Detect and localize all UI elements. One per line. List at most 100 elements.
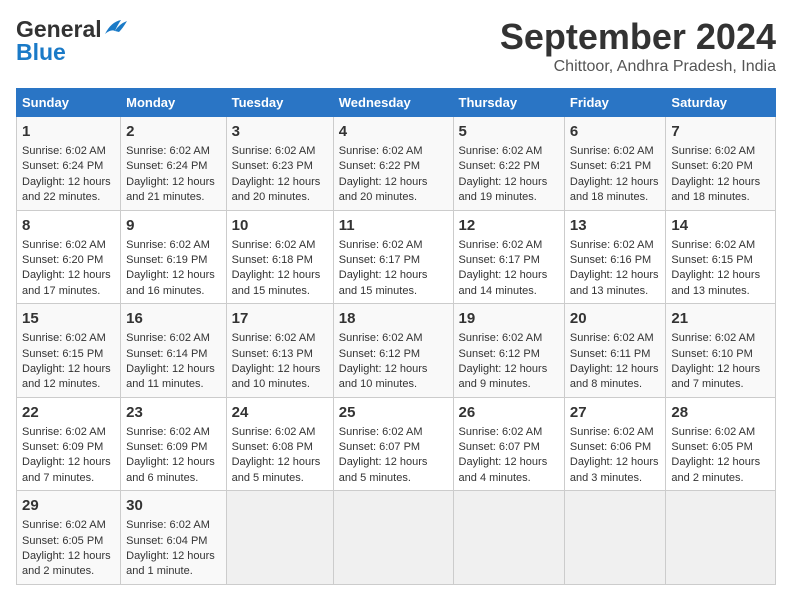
sunrise-label: Sunrise: 6:02 AM <box>671 145 755 157</box>
day-number: 23 <box>126 402 220 423</box>
daylight-label: Daylight: 12 hours and 20 minutes. <box>339 176 428 203</box>
daylight-label: Daylight: 12 hours and 10 minutes. <box>232 363 321 390</box>
daylight-label: Daylight: 12 hours and 19 minutes. <box>459 176 548 203</box>
calendar-cell: 28 Sunrise: 6:02 AM Sunset: 6:05 PM Dayl… <box>666 397 776 491</box>
sunrise-label: Sunrise: 6:02 AM <box>339 145 423 157</box>
day-number: 2 <box>126 121 220 142</box>
day-number: 26 <box>459 402 559 423</box>
sunset-label: Sunset: 6:16 PM <box>570 254 651 266</box>
day-number: 30 <box>126 495 220 516</box>
daylight-label: Daylight: 12 hours and 6 minutes. <box>126 456 215 483</box>
day-number: 7 <box>671 121 770 142</box>
calendar-cell: 30 Sunrise: 6:02 AM Sunset: 6:04 PM Dayl… <box>121 491 226 585</box>
sunset-label: Sunset: 6:09 PM <box>126 441 207 453</box>
sunrise-label: Sunrise: 6:02 AM <box>232 426 316 438</box>
sunset-label: Sunset: 6:06 PM <box>570 441 651 453</box>
calendar-row: 15 Sunrise: 6:02 AM Sunset: 6:15 PM Dayl… <box>17 304 776 398</box>
daylight-label: Daylight: 12 hours and 15 minutes. <box>232 269 321 296</box>
col-tuesday: Tuesday <box>226 89 333 117</box>
calendar-cell: 26 Sunrise: 6:02 AM Sunset: 6:07 PM Dayl… <box>453 397 564 491</box>
sunrise-label: Sunrise: 6:02 AM <box>671 332 755 344</box>
sunrise-label: Sunrise: 6:02 AM <box>459 426 543 438</box>
calendar-row: 22 Sunrise: 6:02 AM Sunset: 6:09 PM Dayl… <box>17 397 776 491</box>
daylight-label: Daylight: 12 hours and 17 minutes. <box>22 269 111 296</box>
sunrise-label: Sunrise: 6:02 AM <box>570 426 654 438</box>
daylight-label: Daylight: 12 hours and 7 minutes. <box>671 363 760 390</box>
day-number: 16 <box>126 308 220 329</box>
sunset-label: Sunset: 6:17 PM <box>339 254 420 266</box>
sunrise-label: Sunrise: 6:02 AM <box>22 426 106 438</box>
daylight-label: Daylight: 12 hours and 10 minutes. <box>339 363 428 390</box>
title-block: September 2024 Chittoor, Andhra Pradesh,… <box>500 16 776 76</box>
calendar-cell: 5 Sunrise: 6:02 AM Sunset: 6:22 PM Dayli… <box>453 117 564 211</box>
page-subtitle: Chittoor, Andhra Pradesh, India <box>500 58 776 76</box>
col-monday: Monday <box>121 89 226 117</box>
calendar-cell: 24 Sunrise: 6:02 AM Sunset: 6:08 PM Dayl… <box>226 397 333 491</box>
calendar-cell: 8 Sunrise: 6:02 AM Sunset: 6:20 PM Dayli… <box>17 210 121 304</box>
daylight-label: Daylight: 12 hours and 15 minutes. <box>339 269 428 296</box>
daylight-label: Daylight: 12 hours and 1 minute. <box>126 550 215 577</box>
day-number: 17 <box>232 308 328 329</box>
empty-cell <box>333 491 453 585</box>
day-number: 29 <box>22 495 115 516</box>
daylight-label: Daylight: 12 hours and 20 minutes. <box>232 176 321 203</box>
sunrise-label: Sunrise: 6:02 AM <box>339 239 423 251</box>
sunrise-label: Sunrise: 6:02 AM <box>126 426 210 438</box>
day-number: 20 <box>570 308 661 329</box>
sunrise-label: Sunrise: 6:02 AM <box>232 332 316 344</box>
daylight-label: Daylight: 12 hours and 5 minutes. <box>339 456 428 483</box>
empty-cell <box>666 491 776 585</box>
sunset-label: Sunset: 6:23 PM <box>232 160 313 172</box>
calendar-cell: 4 Sunrise: 6:02 AM Sunset: 6:22 PM Dayli… <box>333 117 453 211</box>
calendar-table: Sunday Monday Tuesday Wednesday Thursday… <box>16 88 776 585</box>
empty-cell <box>226 491 333 585</box>
daylight-label: Daylight: 12 hours and 9 minutes. <box>459 363 548 390</box>
daylight-label: Daylight: 12 hours and 22 minutes. <box>22 176 111 203</box>
calendar-cell: 25 Sunrise: 6:02 AM Sunset: 6:07 PM Dayl… <box>333 397 453 491</box>
day-number: 28 <box>671 402 770 423</box>
sunset-label: Sunset: 6:19 PM <box>126 254 207 266</box>
day-number: 24 <box>232 402 328 423</box>
day-number: 8 <box>22 215 115 236</box>
sunset-label: Sunset: 6:04 PM <box>126 535 207 547</box>
calendar-cell: 16 Sunrise: 6:02 AM Sunset: 6:14 PM Dayl… <box>121 304 226 398</box>
sunset-label: Sunset: 6:14 PM <box>126 348 207 360</box>
day-number: 18 <box>339 308 448 329</box>
calendar-body: 1 Sunrise: 6:02 AM Sunset: 6:24 PM Dayli… <box>17 117 776 585</box>
calendar-cell: 21 Sunrise: 6:02 AM Sunset: 6:10 PM Dayl… <box>666 304 776 398</box>
daylight-label: Daylight: 12 hours and 4 minutes. <box>459 456 548 483</box>
calendar-cell: 7 Sunrise: 6:02 AM Sunset: 6:20 PM Dayli… <box>666 117 776 211</box>
calendar-cell: 3 Sunrise: 6:02 AM Sunset: 6:23 PM Dayli… <box>226 117 333 211</box>
logo-blue: Blue <box>16 39 66 66</box>
calendar-cell: 27 Sunrise: 6:02 AM Sunset: 6:06 PM Dayl… <box>564 397 666 491</box>
sunset-label: Sunset: 6:05 PM <box>671 441 752 453</box>
sunrise-label: Sunrise: 6:02 AM <box>570 332 654 344</box>
sunrise-label: Sunrise: 6:02 AM <box>459 332 543 344</box>
daylight-label: Daylight: 12 hours and 18 minutes. <box>671 176 760 203</box>
calendar-row: 8 Sunrise: 6:02 AM Sunset: 6:20 PM Dayli… <box>17 210 776 304</box>
sunset-label: Sunset: 6:18 PM <box>232 254 313 266</box>
day-number: 10 <box>232 215 328 236</box>
sunset-label: Sunset: 6:13 PM <box>232 348 313 360</box>
daylight-label: Daylight: 12 hours and 2 minutes. <box>671 456 760 483</box>
daylight-label: Daylight: 12 hours and 14 minutes. <box>459 269 548 296</box>
calendar-cell: 18 Sunrise: 6:02 AM Sunset: 6:12 PM Dayl… <box>333 304 453 398</box>
empty-cell <box>453 491 564 585</box>
day-number: 25 <box>339 402 448 423</box>
calendar-row: 29 Sunrise: 6:02 AM Sunset: 6:05 PM Dayl… <box>17 491 776 585</box>
sunrise-label: Sunrise: 6:02 AM <box>671 426 755 438</box>
sunset-label: Sunset: 6:05 PM <box>22 535 103 547</box>
sunrise-label: Sunrise: 6:02 AM <box>570 145 654 157</box>
col-sunday: Sunday <box>17 89 121 117</box>
day-number: 14 <box>671 215 770 236</box>
sunrise-label: Sunrise: 6:02 AM <box>126 239 210 251</box>
calendar-cell: 11 Sunrise: 6:02 AM Sunset: 6:17 PM Dayl… <box>333 210 453 304</box>
day-number: 19 <box>459 308 559 329</box>
day-number: 9 <box>126 215 220 236</box>
sunrise-label: Sunrise: 6:02 AM <box>459 239 543 251</box>
sunset-label: Sunset: 6:20 PM <box>22 254 103 266</box>
sunrise-label: Sunrise: 6:02 AM <box>232 239 316 251</box>
calendar-cell: 10 Sunrise: 6:02 AM Sunset: 6:18 PM Dayl… <box>226 210 333 304</box>
calendar-cell: 1 Sunrise: 6:02 AM Sunset: 6:24 PM Dayli… <box>17 117 121 211</box>
day-number: 5 <box>459 121 559 142</box>
